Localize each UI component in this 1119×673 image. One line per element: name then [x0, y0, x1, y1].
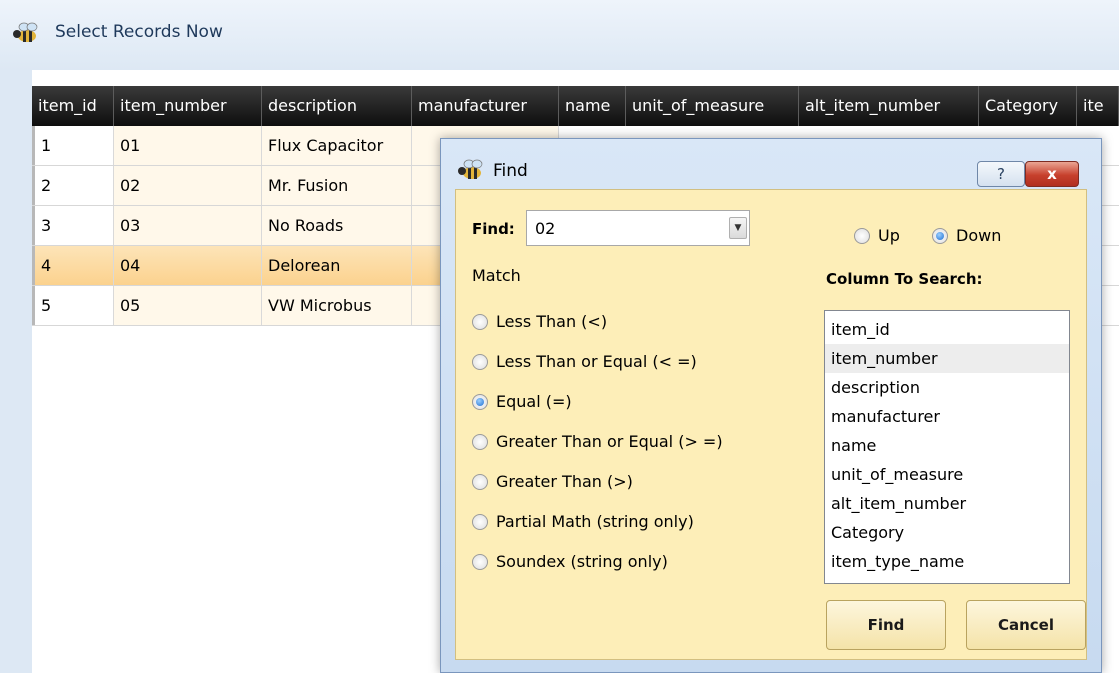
- find-combobox[interactable]: ▼: [526, 210, 750, 246]
- radio-less-than[interactable]: [472, 313, 488, 330]
- cell-description[interactable]: Mr. Fusion: [262, 166, 412, 205]
- close-button[interactable]: x: [1025, 161, 1079, 187]
- radio-equal[interactable]: [472, 393, 488, 410]
- cell-item-number[interactable]: 05: [114, 286, 262, 325]
- cell-item-number[interactable]: 01: [114, 126, 262, 165]
- radio-greater-than-or-equal[interactable]: [472, 433, 488, 450]
- cell-item-id[interactable]: 4: [32, 246, 114, 285]
- match-option-label: Partial Math (string only): [496, 512, 694, 531]
- column-header-manufacturer[interactable]: manufacturer: [412, 86, 559, 126]
- window-title: Select Records Now: [55, 22, 223, 42]
- direction-down-option[interactable]: Down: [932, 226, 1001, 245]
- cell-item-number[interactable]: 02: [114, 166, 262, 205]
- column-to-search-label: Column To Search:: [826, 270, 983, 288]
- bee-app-icon: [457, 159, 485, 185]
- match-option-greater-than-or-equal[interactable]: Greater Than or Equal (> =): [472, 432, 723, 451]
- match-option-soundex[interactable]: Soundex (string only): [472, 552, 668, 571]
- cell-description[interactable]: Delorean: [262, 246, 412, 285]
- match-option-label: Equal (=): [496, 392, 572, 411]
- radio-partial-math[interactable]: [472, 513, 488, 530]
- column-header-name[interactable]: name: [559, 86, 626, 126]
- list-item[interactable]: item_type_name: [825, 547, 1069, 576]
- match-option-label: Soundex (string only): [496, 552, 668, 571]
- column-header-alt-item-number[interactable]: alt_item_number: [799, 86, 979, 126]
- list-item[interactable]: name: [825, 431, 1069, 460]
- match-option-label: Less Than or Equal (< =): [496, 352, 697, 371]
- column-to-search-list[interactable]: item_id item_number description manufact…: [824, 310, 1070, 584]
- close-icon: x: [1047, 165, 1057, 183]
- direction-up-option[interactable]: Up: [854, 226, 900, 245]
- column-header-item-id[interactable]: item_id: [32, 86, 114, 126]
- match-option-label: Greater Than or Equal (> =): [496, 432, 723, 451]
- direction-down-label: Down: [956, 226, 1002, 245]
- column-header-description[interactable]: description: [262, 86, 412, 126]
- list-item[interactable]: alt_item_number: [825, 489, 1069, 518]
- find-dialog: Find ? x Find: ▼ Up Down Match Less Than…: [440, 138, 1102, 673]
- list-item[interactable]: unit_of_measure: [825, 460, 1069, 489]
- radio-down[interactable]: [932, 227, 948, 244]
- cell-item-id[interactable]: 3: [32, 206, 114, 245]
- match-option-greater-than[interactable]: Greater Than (>): [472, 472, 633, 491]
- find-input[interactable]: [527, 211, 723, 245]
- cell-item-number[interactable]: 03: [114, 206, 262, 245]
- dialog-titlebar[interactable]: Find ? x: [441, 139, 1101, 189]
- help-icon: ?: [997, 165, 1005, 183]
- match-option-less-than[interactable]: Less Than (<): [472, 312, 607, 331]
- match-option-label: Greater Than (>): [496, 472, 633, 491]
- find-button[interactable]: Find: [826, 600, 946, 650]
- column-header-item-type-name[interactable]: ite: [1077, 86, 1119, 126]
- window-frame: [0, 70, 33, 673]
- main-titlebar: Select Records Now: [0, 0, 1119, 70]
- dialog-title: Find: [493, 161, 528, 181]
- cell-item-id[interactable]: 1: [32, 126, 114, 165]
- radio-greater-than[interactable]: [472, 473, 488, 490]
- cell-description[interactable]: Flux Capacitor: [262, 126, 412, 165]
- radio-less-than-or-equal[interactable]: [472, 353, 488, 370]
- column-header-item-number[interactable]: item_number: [114, 86, 262, 126]
- dialog-body: Find: ▼ Up Down Match Less Than (<) Less…: [455, 189, 1087, 660]
- cell-item-number[interactable]: 04: [114, 246, 262, 285]
- match-label: Match: [472, 266, 521, 285]
- cell-description[interactable]: VW Microbus: [262, 286, 412, 325]
- cell-item-id[interactable]: 5: [32, 286, 114, 325]
- find-label: Find:: [472, 220, 515, 238]
- match-option-less-than-or-equal[interactable]: Less Than or Equal (< =): [472, 352, 697, 371]
- radio-soundex[interactable]: [472, 553, 488, 570]
- match-option-equal[interactable]: Equal (=): [472, 392, 572, 411]
- cancel-button[interactable]: Cancel: [966, 600, 1086, 650]
- list-item[interactable]: manufacturer: [825, 402, 1069, 431]
- help-button[interactable]: ?: [977, 161, 1025, 187]
- column-header-category[interactable]: Category: [979, 86, 1077, 126]
- cell-item-id[interactable]: 2: [32, 166, 114, 205]
- match-option-label: Less Than (<): [496, 312, 608, 331]
- grid-header: item_id item_number description manufact…: [32, 86, 1119, 126]
- cell-description[interactable]: No Roads: [262, 206, 412, 245]
- match-option-partial-math[interactable]: Partial Math (string only): [472, 512, 694, 531]
- chevron-down-icon[interactable]: ▼: [729, 217, 747, 239]
- list-item[interactable]: item_id: [825, 315, 1069, 344]
- list-item[interactable]: description: [825, 373, 1069, 402]
- column-header-unit-of-measure[interactable]: unit_of_measure: [626, 86, 799, 126]
- bee-app-icon: [12, 22, 40, 48]
- direction-up-label: Up: [878, 226, 900, 245]
- radio-up[interactable]: [854, 227, 870, 244]
- list-item-selected[interactable]: item_number: [825, 344, 1069, 373]
- list-item[interactable]: Category: [825, 518, 1069, 547]
